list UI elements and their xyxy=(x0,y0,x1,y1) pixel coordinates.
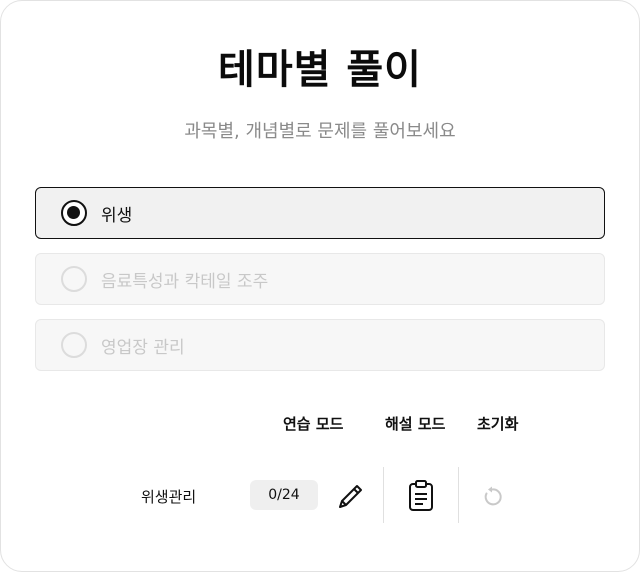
clipboard-icon xyxy=(409,480,433,511)
radio-selected[interactable] xyxy=(61,200,87,226)
column-header-reset: 초기화 xyxy=(477,415,519,433)
reset-button[interactable] xyxy=(480,485,504,513)
column-divider xyxy=(383,467,384,523)
subject-label: 위생 xyxy=(101,205,133,226)
subject-option-beverage: 음료특성과 칵테일 조주 xyxy=(35,253,605,305)
pencil-icon xyxy=(339,485,362,508)
explanation-mode-button[interactable] xyxy=(405,479,437,517)
subject-label: 영업장 관리 xyxy=(101,337,185,358)
radio-disabled xyxy=(61,266,87,292)
page-title: 테마별 풀이 xyxy=(218,47,422,93)
subject-label: 음료특성과 칵테일 조주 xyxy=(101,271,269,292)
radio-disabled xyxy=(61,332,87,358)
progress-badge: 0/24 xyxy=(250,480,318,510)
subject-option-management: 영업장 관리 xyxy=(35,319,605,371)
row-label: 위생관리 xyxy=(141,488,197,506)
column-header-practice: 연습 모드 xyxy=(283,415,344,433)
column-divider xyxy=(458,467,459,523)
practice-mode-button[interactable] xyxy=(335,480,367,516)
page-subtitle: 과목별, 개념별로 문제를 풀어보세요 xyxy=(184,121,456,142)
theme-card: 테마별 풀이 과목별, 개념별로 문제를 풀어보세요 위생 음료특성과 칵테일 … xyxy=(0,0,640,572)
column-header-explanation: 해설 모드 xyxy=(385,415,446,433)
subject-option-hygiene[interactable]: 위생 xyxy=(35,187,605,239)
refresh-icon xyxy=(484,486,502,506)
